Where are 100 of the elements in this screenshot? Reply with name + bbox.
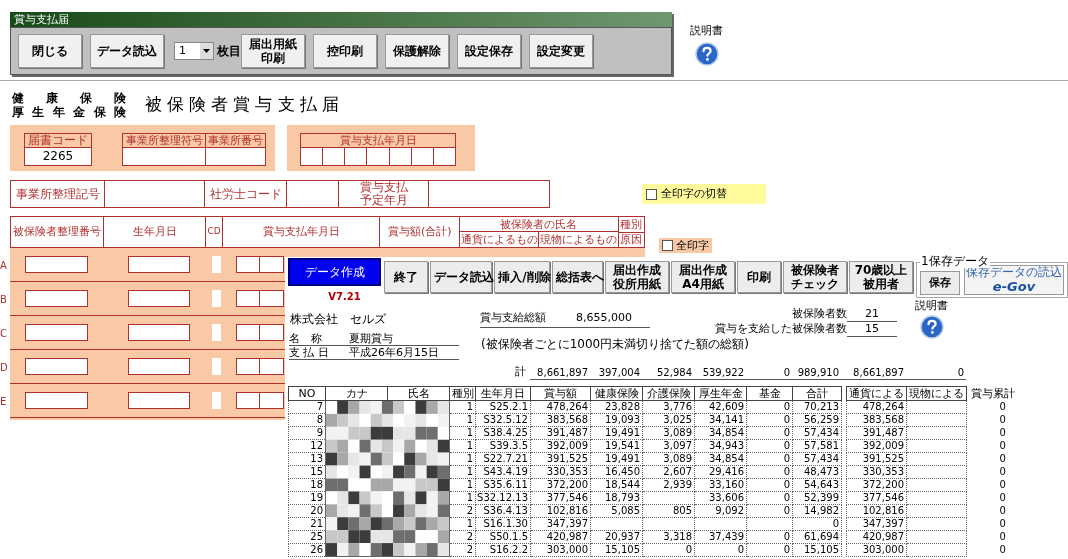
table-cell: 805 [642, 504, 695, 518]
table-cell: 15 [288, 465, 326, 479]
table-cell: 0 [966, 517, 1019, 531]
table-cell: 23,828 [590, 400, 643, 414]
sum-value: 0 [906, 367, 966, 380]
row-letter: B [0, 292, 8, 307]
table-cell: 0 [966, 426, 1019, 440]
toolbar-button[interactable]: 届出用紙印刷 [241, 34, 305, 68]
toolbar-button[interactable]: 総括表へ [551, 261, 603, 293]
sum-value: 52,984 [642, 367, 694, 380]
table-cell: 1 [449, 517, 476, 531]
code-field[interactable]: 2265 [25, 148, 91, 165]
table-cell: 420,987 [846, 530, 907, 544]
table-cell: 57,581 [792, 439, 842, 453]
table-cell: 19,491 [590, 452, 643, 466]
table-cell: 0 [966, 491, 1019, 505]
table-cell: 347,397 [530, 517, 591, 531]
table-cell: 0 [792, 517, 842, 531]
total-value: 8,655,000 [576, 310, 632, 326]
toolbar-button[interactable]: 保護解除 [385, 34, 449, 68]
field-label: 賞与支給総額 [480, 310, 546, 326]
table-cell: 2 [449, 530, 476, 544]
table-cell: 0 [746, 530, 793, 544]
toolbar-button[interactable]: 設定保存 [457, 34, 521, 68]
table-cell: 0 [966, 543, 1019, 557]
table-cell: 0 [966, 413, 1019, 427]
table-cell: 20 [288, 504, 326, 518]
table-cell: 5,085 [590, 504, 643, 518]
table-cell: 34,943 [694, 439, 747, 453]
column-header: 通貨による [846, 386, 907, 401]
table-cell: 16,450 [590, 465, 643, 479]
table-cell: 0 [966, 400, 1019, 414]
table-cell: 303,000 [530, 543, 591, 557]
field-label: 被保険者数 [792, 307, 847, 322]
column-header: 合計 [792, 386, 842, 401]
table-cell: 0 [966, 478, 1019, 492]
column-header: 生年月日 [475, 386, 531, 401]
table-cell: 391,525 [530, 452, 591, 466]
sum-value: 539,922 [694, 367, 746, 380]
checkbox-label: 全印字 [676, 239, 709, 252]
sum-value: 8,661,897 [841, 367, 906, 380]
toolbar-button[interactable]: 控印刷 [313, 34, 377, 68]
table-cell: 29,416 [694, 465, 747, 479]
table-cell: 391,487 [530, 426, 591, 440]
table-cell: 0 [746, 400, 793, 414]
table-cell: 56,259 [792, 413, 842, 427]
column-header: 健康保険 [590, 386, 643, 401]
egov-logo-text: e-Gov [992, 279, 1036, 294]
column-header: 被保険者整理番号 [11, 217, 104, 247]
table-cell: 330,353 [846, 465, 907, 479]
table-cell: 3,025 [642, 413, 695, 427]
column-header: 現物による [906, 386, 967, 401]
toolbar-button[interactable]: 閉じる [18, 34, 82, 68]
table-cell: 48,473 [792, 465, 842, 479]
table-cell: 12 [288, 439, 326, 453]
toolbar-button[interactable]: 届出作成役所用紙 [605, 261, 669, 293]
toolbar-button[interactable]: データ読込 [430, 261, 493, 293]
toolbar-button[interactable]: 届出作成A4用紙 [671, 261, 735, 293]
table-cell: 478,264 [530, 400, 591, 414]
toolbar-button[interactable]: データ読込 [90, 34, 164, 68]
column-header: 厚生年金 [694, 386, 747, 401]
table-cell: 372,200 [530, 478, 591, 492]
toolbar-button[interactable]: 被保険者チェック [783, 261, 847, 293]
note-text: (被保険者ごとに1000円未満切り捨てた額の総額) [481, 337, 749, 351]
toolbar-button[interactable]: 終了 [384, 261, 428, 293]
table-cell: 34,854 [694, 426, 747, 440]
field-value: 平成26年6月15日 [349, 346, 439, 359]
table-cell: S25.2.1 [475, 400, 531, 414]
count-value: 21 [847, 307, 897, 322]
table-cell: 0 [966, 530, 1019, 544]
table-cell: 0 [746, 452, 793, 466]
toolbar-button[interactable]: 挿入/削除 [494, 261, 550, 293]
sum-value: 989,910 [792, 367, 841, 380]
table-cell: 392,009 [846, 439, 907, 453]
table-cell: 383,568 [846, 413, 907, 427]
create-data-button[interactable]: データ作成 [288, 258, 381, 286]
table-cell: 0 [746, 413, 793, 427]
toolbar-button[interactable]: 70歳以上被用者 [849, 261, 913, 293]
save-button[interactable]: 保存 [920, 271, 960, 295]
row-letter: C [0, 326, 8, 341]
table-cell: 391,487 [846, 426, 907, 440]
table-cell: 330,353 [530, 465, 591, 479]
table-cell: 478,264 [846, 400, 907, 414]
toolbar-title: 賞与支払届 [10, 12, 672, 27]
count-value: 15 [847, 322, 897, 337]
column-header: CD [206, 217, 223, 247]
table-cell: 21 [288, 517, 326, 531]
toolbar-button[interactable]: 設定変更 [529, 34, 593, 68]
sheet-label: 枚目 [217, 43, 241, 60]
table-cell: 34,141 [694, 413, 747, 427]
table-cell: 3,318 [642, 530, 695, 544]
sheet-select[interactable]: 1 [174, 42, 214, 60]
checkbox-label: 全印字の切替 [661, 185, 727, 202]
column-header: 賞与支払年月日 [223, 217, 381, 247]
table-cell: 13 [288, 452, 326, 466]
table-cell: 9 [288, 426, 326, 440]
table-cell: 377,546 [530, 491, 591, 505]
table-cell: 9,092 [694, 504, 747, 518]
table-cell: S16.1.30 [475, 517, 531, 531]
toolbar-button[interactable]: 印刷 [737, 261, 781, 293]
